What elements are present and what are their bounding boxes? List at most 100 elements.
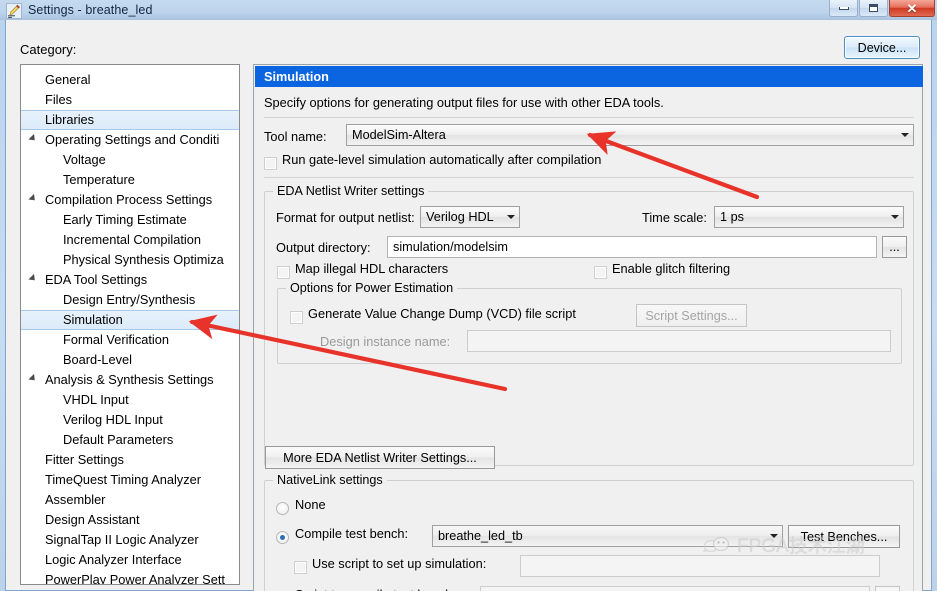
- maximize-button[interactable]: [859, 0, 888, 17]
- tree-item-label: PowerPlay Power Analyzer Sett: [45, 572, 225, 585]
- tree-item-label: Logic Analyzer Interface: [45, 552, 182, 567]
- tree-item-label: EDA Tool Settings: [45, 272, 148, 287]
- device-button[interactable]: Device...: [844, 36, 920, 59]
- run-gate-level-label: Run gate-level simulation automatically …: [282, 152, 602, 167]
- tree-item-logic-analyzer-interface[interactable]: Logic Analyzer Interface: [21, 550, 239, 570]
- more-eda-netlist-writer-settings-button[interactable]: More EDA Netlist Writer Settings...: [265, 446, 495, 469]
- chevron-down-icon: [766, 534, 782, 538]
- tree-item-eda-tool-settings[interactable]: EDA Tool Settings: [21, 270, 239, 290]
- chevron-down-icon: [887, 215, 903, 219]
- run-gate-level-checkbox[interactable]: [264, 157, 277, 170]
- tree-item-libraries[interactable]: Libraries: [21, 110, 239, 130]
- design-instance-input[interactable]: [467, 330, 891, 352]
- tree-item-operating-settings-and-conditi[interactable]: Operating Settings and Conditi: [21, 130, 239, 150]
- compile-test-bench-combo[interactable]: breathe_led_tb: [432, 525, 783, 547]
- minimize-icon: [838, 6, 849, 10]
- tree-item-label: Early Timing Estimate: [63, 212, 187, 227]
- output-directory-input[interactable]: simulation/modelsim: [387, 236, 877, 258]
- tree-item-label: Incremental Compilation: [63, 232, 201, 247]
- tree-item-vhdl-input[interactable]: VHDL Input: [21, 390, 239, 410]
- map-illegal-hdl-label: Map illegal HDL characters: [295, 261, 449, 276]
- tree-item-label: Simulation: [63, 312, 123, 327]
- generate-vcd-label: Generate Value Change Dump (VCD) file sc…: [308, 306, 576, 321]
- nativelink-none-radio[interactable]: [276, 502, 289, 515]
- format-label: Format for output netlist:: [276, 210, 415, 225]
- pane-title: Simulation: [255, 66, 923, 87]
- category-label: Category:: [20, 42, 77, 57]
- tree-item-compilation-process-settings[interactable]: Compilation Process Settings: [21, 190, 239, 210]
- tree-item-timequest-timing-analyzer[interactable]: TimeQuest Timing Analyzer: [21, 470, 239, 490]
- tree-item-label: SignalTap II Logic Analyzer: [45, 532, 199, 547]
- tree-item-files[interactable]: Files: [21, 90, 239, 110]
- tree-item-design-assistant[interactable]: Design Assistant: [21, 510, 239, 530]
- output-directory-value: simulation/modelsim: [393, 240, 508, 254]
- tree-item-powerplay-power-analyzer-sett[interactable]: PowerPlay Power Analyzer Sett: [21, 570, 239, 585]
- close-button[interactable]: ✕: [889, 0, 935, 17]
- output-directory-label: Output directory:: [276, 240, 371, 255]
- tree-item-general[interactable]: General: [21, 70, 239, 90]
- tree-item-label: Design Entry/Synthesis: [63, 292, 196, 307]
- minimize-button[interactable]: [829, 0, 858, 17]
- tree-item-label: Board-Level: [63, 352, 133, 367]
- tree-item-design-entry-synthesis[interactable]: Design Entry/Synthesis: [21, 290, 239, 310]
- compile-test-bench-radio[interactable]: [276, 531, 289, 544]
- tree-item-simulation[interactable]: Simulation: [21, 310, 239, 330]
- tree-item-verilog-hdl-input[interactable]: Verilog HDL Input: [21, 410, 239, 430]
- tree-item-voltage[interactable]: Voltage: [21, 150, 239, 170]
- time-scale-combo[interactable]: 1 ps: [714, 206, 904, 228]
- tree-item-formal-verification[interactable]: Formal Verification: [21, 330, 239, 350]
- script-settings-button[interactable]: Script Settings...: [636, 304, 747, 327]
- tree-item-default-parameters[interactable]: Default Parameters: [21, 430, 239, 450]
- script-to-compile-browse-button[interactable]: ...: [875, 586, 900, 591]
- expand-arrow-icon[interactable]: [28, 273, 38, 284]
- tree-item-signaltap-ii-logic-analyzer[interactable]: SignalTap II Logic Analyzer: [21, 530, 239, 550]
- map-illegal-hdl-checkbox[interactable]: [277, 266, 290, 279]
- tree-item-fitter-settings[interactable]: Fitter Settings: [21, 450, 239, 470]
- category-tree[interactable]: General Files Libraries Operating Settings …: [20, 64, 240, 585]
- eda-netlist-writer-group: EDA Netlist Writer settings Format for o…: [264, 184, 914, 466]
- divider-1: [264, 117, 914, 118]
- tree-item-label: General: [45, 72, 91, 87]
- tree-item-assembler[interactable]: Assembler: [21, 490, 239, 510]
- script-to-compile-input[interactable]: [480, 586, 870, 591]
- tree-item-analysis-synthesis-settings[interactable]: Analysis & Synthesis Settings: [21, 370, 239, 390]
- time-scale-label: Time scale:: [642, 210, 707, 225]
- enable-glitch-filtering-checkbox[interactable]: [594, 266, 607, 279]
- tree-item-label: Design Assistant: [45, 512, 140, 527]
- tree-item-incremental-compilation[interactable]: Incremental Compilation: [21, 230, 239, 250]
- expand-arrow-icon[interactable]: [28, 133, 38, 144]
- tree-item-label: Compilation Process Settings: [45, 192, 213, 207]
- window-controls: ✕: [828, 0, 935, 20]
- nativelink-title: NativeLink settings: [273, 473, 387, 487]
- tree-item-label: Analysis & Synthesis Settings: [45, 372, 214, 387]
- dialog-client-area: Category: Device... General Files Librarie…: [5, 20, 932, 591]
- enable-glitch-filtering-label: Enable glitch filtering: [612, 261, 731, 276]
- use-script-input[interactable]: [520, 555, 880, 577]
- title-bar: Settings - breathe_led ✕: [0, 0, 937, 20]
- format-combo[interactable]: Verilog HDL: [420, 206, 520, 228]
- test-benches-button[interactable]: Test Benches...: [788, 525, 900, 548]
- tree-item-label: Voltage: [63, 152, 106, 167]
- tree-item-label: Assembler: [45, 492, 106, 507]
- tree-item-label: Fitter Settings: [45, 452, 124, 467]
- tree-item-physical-synthesis-optimiza[interactable]: Physical Synthesis Optimiza: [21, 250, 239, 270]
- tree-item-label: Libraries: [45, 112, 95, 127]
- nativelink-group: NativeLink settings None Compile test be…: [264, 473, 914, 591]
- chevron-down-icon: [897, 133, 913, 137]
- use-script-checkbox[interactable]: [294, 561, 307, 574]
- generate-vcd-checkbox[interactable]: [290, 311, 303, 324]
- use-script-label: Use script to set up simulation:: [312, 556, 487, 571]
- compile-test-bench-label: Compile test bench:: [295, 526, 409, 541]
- tree-item-board-level[interactable]: Board-Level: [21, 350, 239, 370]
- expand-arrow-icon[interactable]: [28, 193, 38, 204]
- tool-name-combo[interactable]: ModelSim-Altera: [346, 124, 914, 146]
- tree-item-label: Formal Verification: [63, 332, 169, 347]
- eda-netlist-writer-title: EDA Netlist Writer settings: [273, 184, 429, 198]
- tree-item-temperature[interactable]: Temperature: [21, 170, 239, 190]
- expand-arrow-icon[interactable]: [28, 373, 38, 384]
- pane-description: Specify options for generating output fi…: [264, 95, 664, 110]
- tree-item-early-timing-estimate[interactable]: Early Timing Estimate: [21, 210, 239, 230]
- tree-item-label: Verilog HDL Input: [63, 412, 163, 427]
- time-scale-value: 1 ps: [720, 210, 744, 224]
- output-directory-browse-button[interactable]: ...: [882, 236, 907, 258]
